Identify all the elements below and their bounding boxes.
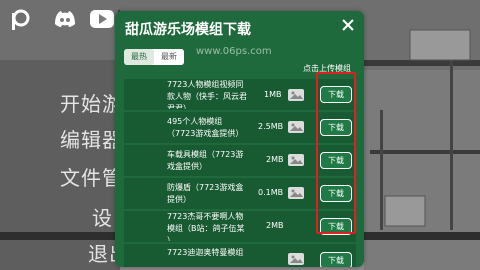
- mod-name: 7723杰哥不要啊人物 模组（B站：鸽子伍某 ）: [167, 212, 245, 241]
- download-button[interactable]: 下载: [320, 252, 352, 267]
- dialog-title: 甜瓜游乐场模组下载: [125, 22, 251, 38]
- discord-icon[interactable]: [52, 8, 78, 34]
- youtube-icon[interactable]: [89, 8, 115, 34]
- mod-size: 1MB: [264, 90, 282, 99]
- watermark: www.06ps.com: [196, 46, 272, 57]
- mod-size: 2MB: [266, 155, 284, 164]
- mod-name: 7723人物模组视频同 款人物（快手：风云君 君君）: [167, 80, 247, 109]
- image-preview-icon[interactable]: [288, 253, 304, 265]
- close-icon[interactable]: [340, 17, 356, 33]
- patreon-icon[interactable]: [8, 8, 32, 36]
- image-preview-icon[interactable]: [288, 154, 304, 166]
- mod-name: 7723迪迦奥特曼模组: [167, 248, 244, 257]
- bg-menu-editor: 编辑器: [60, 128, 123, 152]
- mod-size: 0.1MB: [258, 188, 284, 197]
- download-column-highlight: [316, 72, 356, 234]
- sort-tabs: 最热 最新: [124, 49, 184, 65]
- tab-hottest[interactable]: 最热: [124, 49, 154, 65]
- bg-menu-start: 开始游: [60, 92, 123, 116]
- bg-menu-files: 文件管: [60, 166, 123, 190]
- mod-size: 2.5MB: [258, 122, 284, 131]
- image-preview-icon[interactable]: [288, 121, 304, 133]
- tab-newest[interactable]: 最新: [154, 49, 184, 65]
- image-preview-icon[interactable]: [288, 187, 304, 199]
- image-preview-icon[interactable]: [288, 89, 304, 101]
- mod-name: 车载具模组（7723游 戏盒提供）: [167, 150, 244, 171]
- mod-size: 2MB: [266, 221, 284, 230]
- bg-menu-settings: 设: [92, 206, 113, 230]
- mod-row: 7723迪迦奥特曼模组 下载: [124, 244, 356, 267]
